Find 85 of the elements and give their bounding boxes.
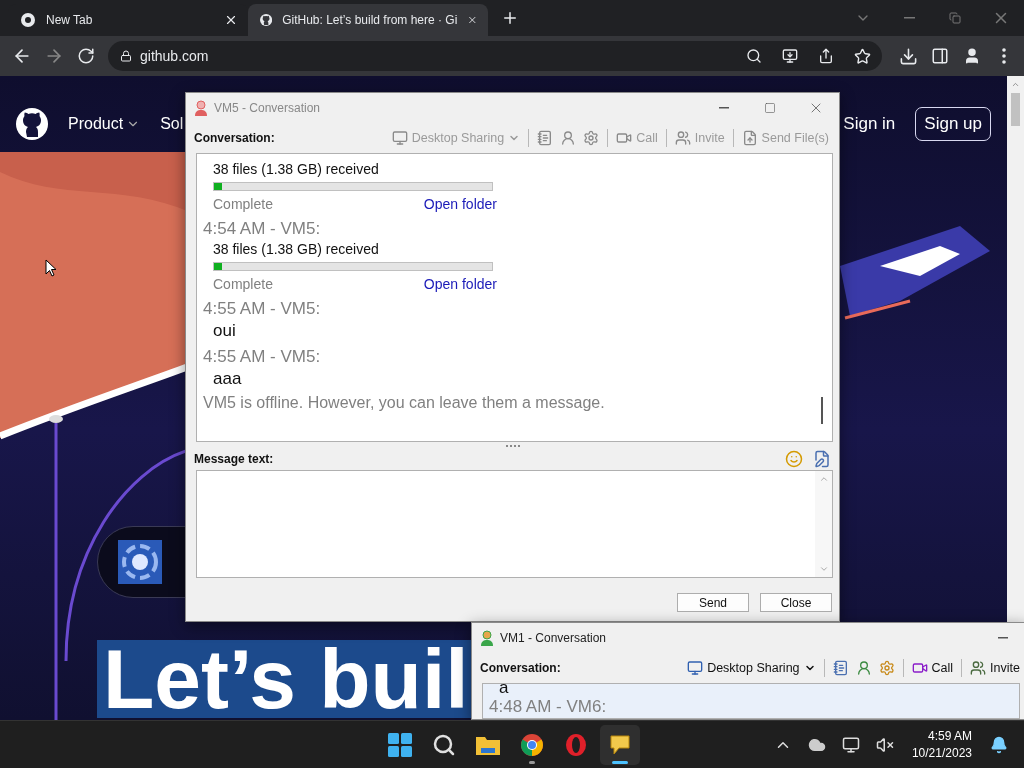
message-text: a [498, 679, 509, 697]
message-timestamp: 4:54 AM - VM5: [203, 218, 321, 240]
volume-muted-icon[interactable] [875, 735, 894, 754]
download-icon [898, 46, 918, 66]
notification-bell-icon[interactable] [990, 735, 1008, 754]
monitor-download-icon [782, 48, 798, 64]
message-timestamp: 4:48 AM - VM6: [489, 697, 607, 717]
search-icon [746, 48, 762, 64]
call-button[interactable]: Call [909, 658, 956, 678]
person-icon [963, 47, 981, 65]
maximize-icon [764, 102, 776, 114]
sign-up-button[interactable]: Sign up [915, 106, 991, 141]
transfer-status: Complete [213, 195, 273, 214]
message-timestamp: 4:55 AM - VM5: [203, 346, 321, 368]
transfer-summary: 38 files (1.38 GB) received [213, 240, 380, 258]
star-icon [853, 47, 871, 65]
gear-icon [583, 130, 600, 146]
offline-notice: VM5 is offline. However, you can leave them a message. [203, 393, 605, 413]
menu-icon [1002, 48, 1006, 64]
send-button[interactable]: Send [677, 593, 749, 612]
cat-logo-icon[interactable] [16, 107, 48, 140]
cat-logo-icon [260, 12, 273, 28]
video-camera-icon [616, 130, 633, 146]
lock-icon [120, 50, 132, 62]
file-upload-icon [741, 130, 758, 146]
nav-link[interactable]: Sol [160, 114, 184, 133]
share-icon [818, 48, 834, 64]
search-icon [432, 733, 456, 757]
users-icon [970, 660, 987, 676]
desktop-sharing-button[interactable]: Desktop Sharing [685, 658, 818, 678]
clock-time: 4:59 AM [927, 727, 972, 745]
open-folder-link[interactable]: Open folder [423, 274, 497, 294]
tab-title: New Tab [46, 13, 94, 27]
window-title: VM5 - Conversation [214, 101, 321, 115]
close-tab-icon[interactable] [224, 13, 238, 27]
splitter-grip-icon[interactable] [504, 444, 521, 448]
edit-file-icon[interactable] [813, 450, 831, 468]
monitor-icon [391, 130, 408, 146]
scroll-thumb[interactable] [821, 397, 823, 424]
transfer-summary: 38 files (1.38 GB) received [213, 160, 380, 178]
window-title: VM1 - Conversation [500, 631, 607, 645]
user-icon [560, 130, 577, 146]
address-bar[interactable]: github.com [108, 41, 882, 71]
minimize-icon [903, 17, 915, 19]
video-camera-icon [911, 660, 928, 676]
taskbar-app[interactable] [600, 725, 640, 765]
mouse-cursor-icon [45, 259, 57, 277]
user-icon [855, 660, 872, 676]
nav-link[interactable]: Product [68, 114, 141, 133]
transfer-status: Complete [213, 275, 273, 294]
conversation-label: Conversation: [194, 131, 275, 145]
minimize-icon [998, 637, 1008, 639]
restore-icon [949, 12, 961, 24]
conversation-label: Conversation: [480, 661, 561, 675]
scroll-thumb[interactable] [1011, 93, 1020, 126]
windows-logo-icon [388, 733, 412, 757]
side-panel-icon [931, 47, 949, 65]
notebook-icon [537, 130, 554, 146]
message-text: aaa [212, 368, 242, 390]
users-icon [674, 130, 691, 146]
folder-icon [475, 734, 501, 756]
globe-icon [20, 12, 36, 28]
clock-date: 10/21/2023 [911, 744, 972, 762]
scroll-up-icon[interactable] [1011, 80, 1020, 89]
minimize-icon [719, 107, 729, 109]
monitor-icon [687, 660, 704, 676]
notebook-icon [832, 660, 849, 676]
reload-icon [77, 47, 95, 65]
octocat-badge-icon [118, 540, 162, 584]
opera-o-icon [565, 733, 587, 757]
speech-bubble-icon [608, 733, 632, 757]
gear-icon [878, 660, 895, 676]
open-folder-link[interactable]: Open folder [423, 194, 497, 214]
message-label: Message text: [194, 452, 274, 466]
message-timestamp: 4:55 AM - VM5: [203, 298, 321, 320]
close-dialog-button[interactable]: Close [760, 593, 832, 612]
plus-icon [501, 9, 519, 27]
browser-tab[interactable]: GitHub: Let’s build from here · Gi [248, 4, 488, 36]
browser-logo-icon [520, 733, 544, 757]
tab-title: GitHub: Let’s build from here · Gi [282, 13, 458, 27]
invite-button[interactable]: Invite [968, 658, 1022, 678]
monitor-icon[interactable] [841, 735, 860, 754]
sign-in-link[interactable]: Sign in [843, 113, 896, 134]
message-text: oui [212, 320, 236, 342]
url-text: github.com [140, 48, 210, 64]
